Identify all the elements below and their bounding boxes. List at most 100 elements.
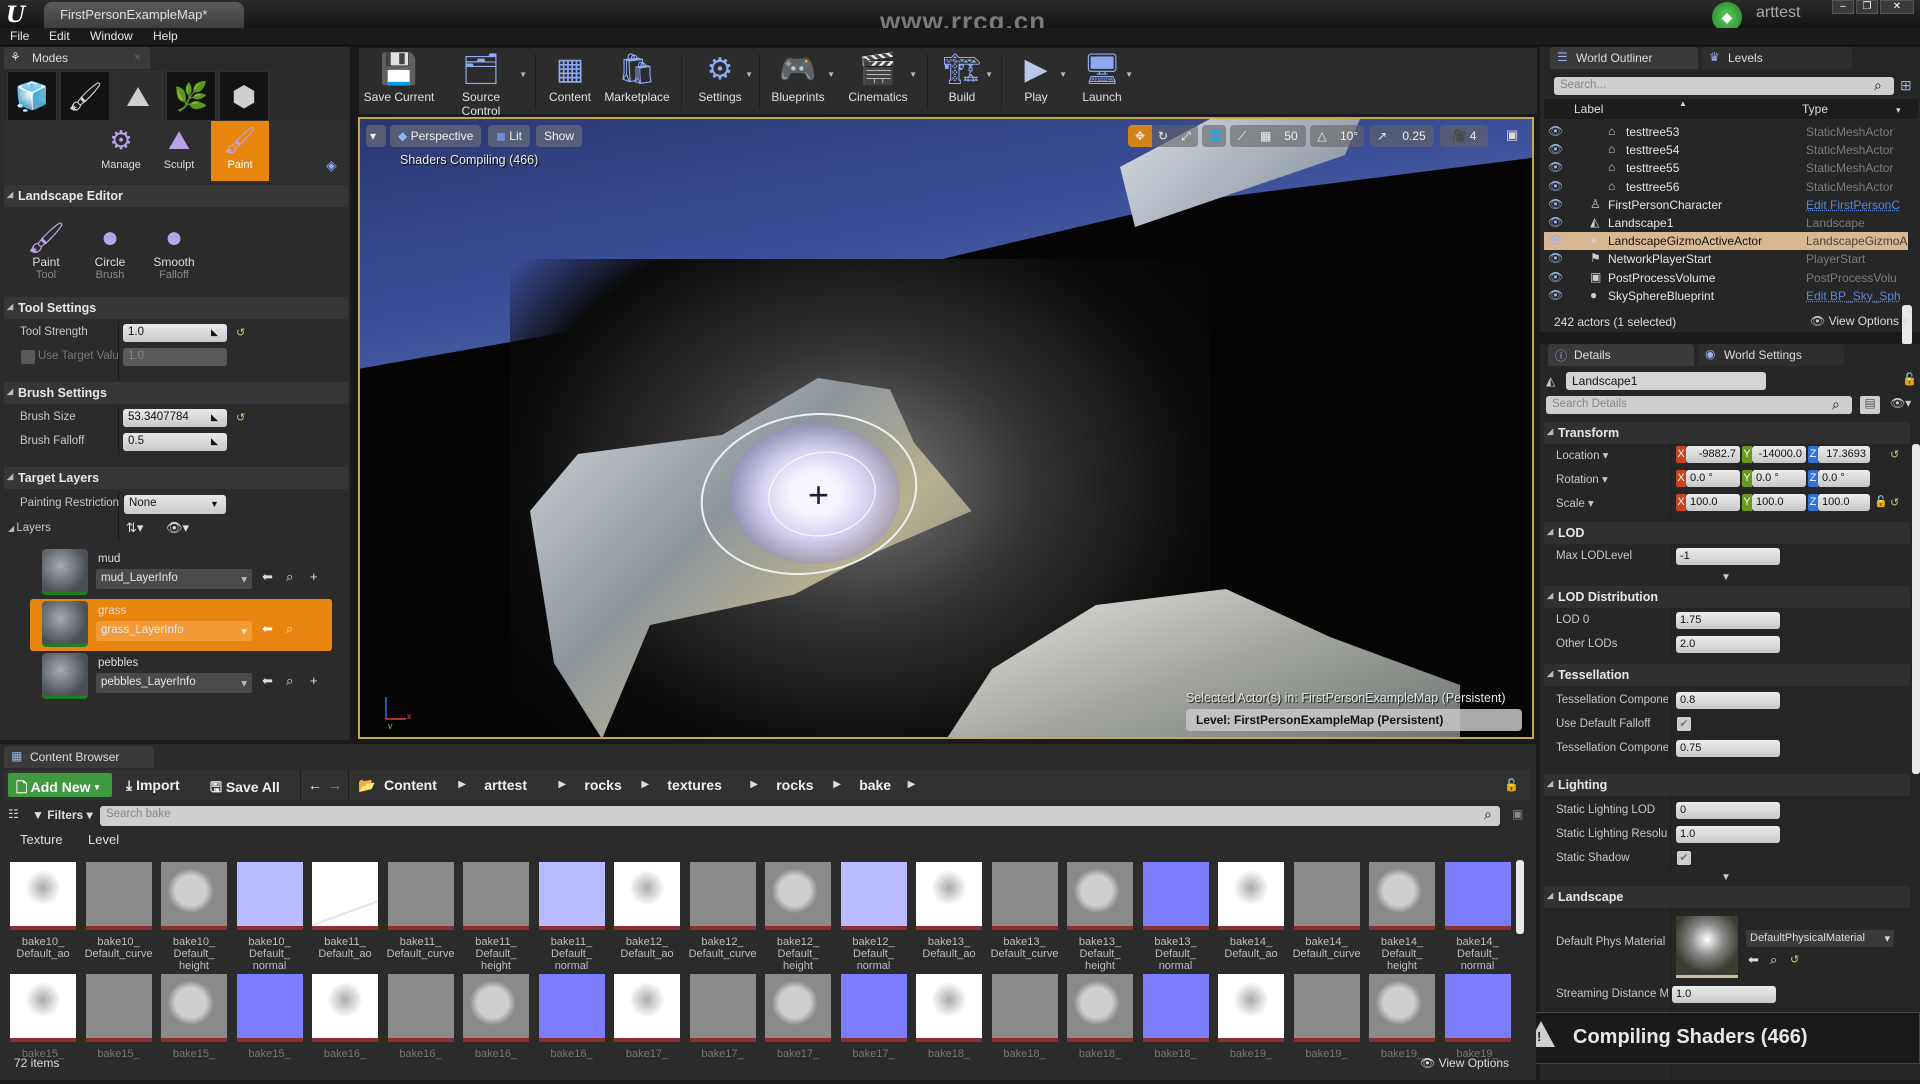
settings-button[interactable]: ⚙ Settings ▼ <box>693 50 753 112</box>
landscape-section-header[interactable]: Landscape <box>1544 886 1910 908</box>
landscape-editor-header[interactable]: Landscape Editor <box>4 185 348 207</box>
manage-mode-button[interactable]: ⚙ Manage <box>92 121 150 181</box>
smooth-falloff-button[interactable]: ● Smooth Falloff <box>144 221 204 281</box>
details-scrollbar[interactable] <box>1912 444 1920 774</box>
spin-icon[interactable]: ◣ <box>211 327 221 337</box>
transform-section-header[interactable]: Transform <box>1544 422 1910 444</box>
add-layer-info-icon[interactable]: + <box>310 673 318 688</box>
outliner-row[interactable]: 👁 ● SkySphereBlueprint Edit BP_Sky_Sph <box>1544 287 1908 305</box>
breadcrumb-item[interactable]: arttest <box>484 777 527 793</box>
layer-info-dropdown[interactable]: pebbles_LayerInfo ▾ <box>96 673 252 693</box>
lod-section-header[interactable]: LOD <box>1544 522 1910 544</box>
lighting-section-header[interactable]: Lighting <box>1544 774 1910 796</box>
camera-speed-button[interactable]: 🎥 4 <box>1440 125 1488 147</box>
blueprints-button[interactable]: 🎮 Blueprints ▼ <box>767 50 835 112</box>
chevron-down-icon[interactable]: ▼ <box>1059 70 1067 79</box>
maximize-button[interactable]: ❐ <box>1856 0 1878 14</box>
rotation-snap-icon[interactable]: △ <box>1310 125 1334 147</box>
lit-button[interactable]: ◼ Lit <box>488 125 530 147</box>
geometry-mode-button[interactable]: ⬢ <box>219 71 269 121</box>
location-label[interactable]: Location ▾ <box>1556 448 1668 462</box>
details-search-input[interactable]: Search Details <box>1546 396 1852 414</box>
layer-visibility-icon[interactable]: 👁▾ <box>166 520 189 536</box>
layer-row-pebbles[interactable]: pebbles pebbles_LayerInfo ▾ ⬅ ⌕ + <box>30 651 332 703</box>
advanced-expander-icon[interactable]: ▼ <box>1721 872 1731 883</box>
minimize-button[interactable]: – <box>1832 0 1854 14</box>
content-search-input[interactable]: Search bake <box>100 806 1500 826</box>
use-selected-arrow-icon[interactable]: ⬅ <box>1748 952 1759 968</box>
play-button[interactable]: ▶ Play ▼ <box>1011 50 1067 112</box>
layer-sort-icon[interactable]: ⇅▾ <box>126 520 143 536</box>
browse-search-icon[interactable]: ⌕ <box>1770 952 1777 968</box>
chevron-down-icon[interactable]: ▼ <box>827 70 835 79</box>
reset-to-default-icon[interactable]: ↺ <box>1790 953 1799 966</box>
visibility-eye-icon[interactable]: 👁 <box>1548 160 1563 174</box>
outliner-row[interactable]: 👁 ♙ FirstPersonCharacter Edit FirstPersonC <box>1544 196 1908 214</box>
add-folder-icon[interactable]: ⊞ <box>1900 77 1912 94</box>
asset-tile[interactable]: bake10_ Default_curve <box>85 862 152 972</box>
property-matrix-icon[interactable]: ▤ <box>1860 396 1880 414</box>
actor-type[interactable]: Edit BP_Sky_Sph <box>1806 289 1908 303</box>
asset-tile[interactable]: bake16_ <box>463 974 529 1084</box>
brush-falloff-slider[interactable]: 0.5 ◣ <box>123 433 227 451</box>
chevron-down-icon[interactable]: ▼ <box>1125 70 1133 79</box>
lock-icon[interactable]: 🔓 <box>1902 372 1917 386</box>
asset-tile[interactable]: bake10_ Default_ao <box>10 862 76 972</box>
spin-icon[interactable]: ◣ <box>211 436 221 446</box>
asset-tile[interactable]: bake12_ Default_ normal <box>840 862 907 972</box>
close-button[interactable]: ✕ <box>1880 0 1914 14</box>
levels-tab[interactable]: ♛ Levels <box>1702 47 1852 69</box>
grid-snap-icon[interactable]: ▦ <box>1254 125 1276 147</box>
max-lod-level-input[interactable]: -1 <box>1676 548 1780 565</box>
outliner-row[interactable]: 👁 ⌂ testtree54 StaticMeshActor <box>1544 141 1908 159</box>
menu-edit[interactable]: Edit <box>49 29 70 43</box>
asset-tile[interactable]: bake16_ <box>538 974 605 1084</box>
foliage-mode-button[interactable]: 🌿 <box>166 71 216 121</box>
world-local-icon[interactable]: 🌐 <box>1202 125 1226 147</box>
asset-tile[interactable]: bake19_ <box>1293 974 1360 1084</box>
outliner-row[interactable]: 👁 ⚑ NetworkPlayerStart PlayerStart <box>1544 250 1908 268</box>
asset-tile[interactable]: bake16_ <box>312 974 378 1084</box>
browse-search-icon[interactable]: ⌕ <box>286 569 293 585</box>
asset-tile[interactable]: bake15_ <box>85 974 152 1084</box>
asset-tile[interactable]: bake13_ Default_ao <box>916 862 982 972</box>
breadcrumb-item[interactable]: textures <box>667 777 721 793</box>
tessellation-component-slider[interactable]: 0.8 <box>1676 692 1780 709</box>
landscape-mode-button[interactable]: ⛰ <box>113 71 163 121</box>
menu-help[interactable]: Help <box>153 29 178 43</box>
visibility-eye-icon[interactable]: 👁 <box>1548 215 1563 229</box>
import-button[interactable]: ⤓ Import <box>126 777 180 794</box>
outliner-row[interactable]: 👁 ◭ Landscape1 Landscape <box>1544 214 1908 232</box>
scale-tool-icon[interactable]: ⤢ <box>1174 125 1198 147</box>
chevron-down-icon[interactable]: ▼ <box>909 70 917 79</box>
scale-lock-icon[interactable]: 🔓 <box>1874 495 1888 508</box>
view-options-eye-icon[interactable]: 👁▾ <box>1890 396 1911 410</box>
paint-sub-mode-button[interactable]: 🖌 Paint <box>211 121 269 181</box>
paint-tool-button[interactable]: 🖌 Paint Tool <box>16 221 76 281</box>
visibility-eye-icon[interactable]: 👁 <box>1548 124 1563 138</box>
location-y-input[interactable]: -14000.0 <box>1752 446 1806 463</box>
type-column-header[interactable]: Type <box>1802 102 1828 116</box>
rotation-z-input[interactable]: 0.0 ° <box>1818 470 1870 487</box>
asset-tile[interactable]: bake15_ <box>161 974 227 1084</box>
lock-icon[interactable]: 🔓 <box>1504 778 1519 792</box>
asset-tile[interactable]: bake19_ <box>1218 974 1284 1084</box>
asset-tile[interactable]: bake17_ <box>614 974 680 1084</box>
asset-tile[interactable]: bake14_ Default_ normal <box>1444 862 1511 972</box>
advanced-expander-icon[interactable]: ▼ <box>1721 572 1731 583</box>
asset-tile[interactable]: bake18_ <box>916 974 982 1084</box>
document-tab[interactable]: FirstPersonExampleMap* <box>44 2 244 28</box>
breadcrumb-item[interactable]: rocks <box>584 777 621 793</box>
asset-tile[interactable]: bake19_ <box>1369 974 1435 1084</box>
breadcrumb-separator-icon[interactable]: ▶ <box>750 779 758 790</box>
asset-tile[interactable]: bake17_ <box>765 974 831 1084</box>
save-current-button[interactable]: 💾 Save Current <box>363 50 435 112</box>
painting-restriction-dropdown[interactable]: None ▼ <box>124 495 226 514</box>
rotation-y-input[interactable]: 0.0 ° <box>1752 470 1806 487</box>
phys-material-thumbnail[interactable] <box>1676 916 1738 978</box>
save-all-button[interactable]: 🖫 Save All <box>210 777 280 801</box>
asset-tile[interactable]: bake15_ <box>236 974 303 1084</box>
source-control-button[interactable]: 🗂 Source Control ▼ <box>441 50 527 118</box>
asset-tile[interactable]: bake13_ Default_ height <box>1067 862 1133 972</box>
asset-tile[interactable]: bake11_ Default_curve <box>387 862 454 972</box>
